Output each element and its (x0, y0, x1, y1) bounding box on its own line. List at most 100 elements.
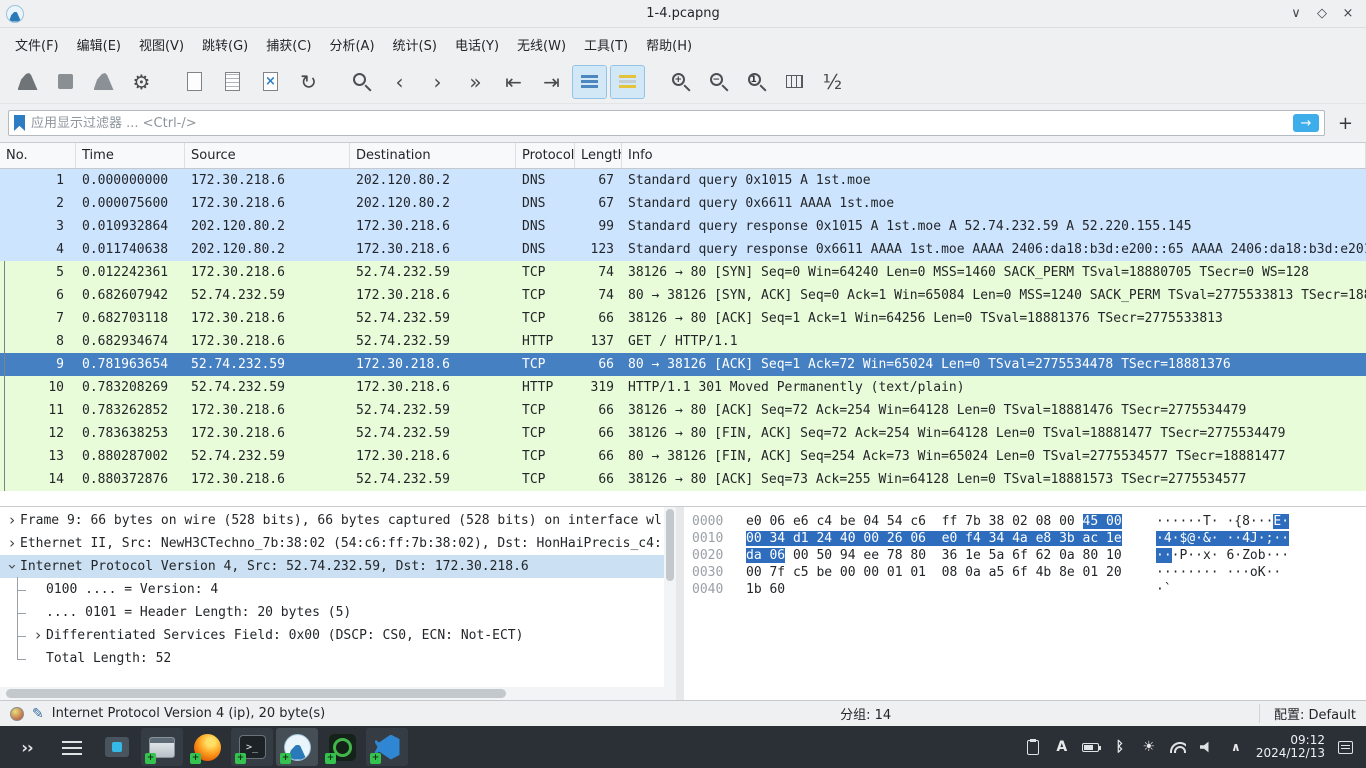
reload-file-button[interactable]: ↻ (291, 65, 326, 99)
detail-row[interactable]: .... 0101 = Header Length: 20 bytes (5) (0, 601, 676, 624)
taskbar-clock[interactable]: 09:12 2024/12/13 (1256, 734, 1325, 760)
brightness-icon[interactable]: ☀ (1140, 735, 1158, 759)
column-header-destination[interactable]: Destination (350, 143, 516, 168)
bookmark-icon[interactable] (14, 115, 25, 131)
colorize-button[interactable] (610, 65, 645, 99)
last-packet-button[interactable]: ⇥ (534, 65, 569, 99)
maximize-button[interactable]: ◇ (1312, 4, 1332, 24)
wireshark-app-button[interactable]: + (276, 728, 318, 766)
menu-item-3[interactable]: 跳转(G) (193, 30, 257, 59)
column-header-info[interactable]: Info (622, 143, 1366, 168)
bluetooth-icon[interactable]: ᛒ (1111, 735, 1129, 759)
packet-row-4[interactable]: 40.011740638202.120.80.2172.30.218.6DNS1… (0, 238, 1366, 261)
go-to-packet-button[interactable]: » (458, 65, 493, 99)
zoom-out-button[interactable]: − (701, 65, 736, 99)
hex-row[interactable]: 0020da 06 00 50 94 ee 78 80 36 1e 5a 6f … (692, 547, 1366, 564)
packet-row-7[interactable]: 70.682703118172.30.218.652.74.232.59TCP6… (0, 307, 1366, 330)
tray-expand-icon[interactable]: ∧ (1227, 735, 1245, 759)
notifications-icon[interactable] (1336, 735, 1354, 759)
file-manager-app-button[interactable]: + (141, 728, 183, 766)
detail-row[interactable]: ›Ethernet II, Src: NewH3CTechno_7b:38:02… (0, 532, 676, 555)
detail-row[interactable]: ›Differentiated Services Field: 0x00 (DS… (0, 624, 676, 647)
detail-row[interactable]: ›Frame 9: 66 bytes on wire (528 bits), 6… (0, 509, 676, 532)
number-columns-button[interactable]: ½ (815, 65, 850, 99)
save-file-button[interactable] (215, 65, 250, 99)
column-header-time[interactable]: Time (76, 143, 185, 168)
status-profile[interactable]: 配置: Default (1259, 704, 1356, 723)
detail-row[interactable]: Total Length: 52 (0, 647, 676, 670)
menu-item-10[interactable]: 帮助(H) (637, 30, 701, 59)
menu-item-2[interactable]: 视图(V) (130, 30, 193, 59)
stop-capture-button[interactable] (48, 65, 83, 99)
task-switcher-button[interactable] (51, 728, 93, 766)
expert-info-icon[interactable] (10, 707, 24, 721)
battery-icon[interactable] (1082, 735, 1100, 759)
column-header-no[interactable]: No. (0, 143, 76, 168)
packet-row-8[interactable]: 80.682934674172.30.218.652.74.232.59HTTP… (0, 330, 1366, 353)
menu-item-6[interactable]: 统计(S) (384, 30, 446, 59)
close-button[interactable]: × (1338, 4, 1358, 24)
packet-row-9[interactable]: 90.78196365452.74.232.59172.30.218.6TCP6… (0, 353, 1366, 376)
packet-row-10[interactable]: 100.78320826952.74.232.59172.30.218.6HTT… (0, 376, 1366, 399)
app-launcher-button[interactable]: ›› (6, 728, 48, 766)
wifi-icon[interactable] (1169, 735, 1187, 759)
menu-item-8[interactable]: 无线(W) (508, 30, 575, 59)
auto-scroll-button[interactable] (572, 65, 607, 99)
zoom-in-button[interactable]: + (663, 65, 698, 99)
green-logo-app-button[interactable]: + (321, 728, 363, 766)
volume-icon[interactable] (1198, 735, 1216, 759)
menu-item-9[interactable]: 工具(T) (575, 30, 637, 59)
hex-row[interactable]: 001000 34 d1 24 40 00 26 06 e0 f4 34 4a … (692, 530, 1366, 547)
start-capture-button[interactable] (10, 65, 45, 99)
detail-row[interactable]: ›Internet Protocol Version 4, Src: 52.74… (0, 555, 676, 578)
go-back-button[interactable]: ‹ (382, 65, 417, 99)
go-forward-button[interactable]: › (420, 65, 455, 99)
packet-row-14[interactable]: 140.880372876172.30.218.652.74.232.59TCP… (0, 468, 1366, 491)
packet-row-12[interactable]: 120.783638253172.30.218.652.74.232.59TCP… (0, 422, 1366, 445)
menu-item-0[interactable]: 文件(F) (6, 30, 68, 59)
software-app-button[interactable] (96, 728, 138, 766)
apply-filter-button[interactable]: → (1293, 114, 1319, 132)
close-file-button[interactable]: × (253, 65, 288, 99)
restart-capture-button[interactable] (86, 65, 121, 99)
add-filter-button[interactable]: + (1333, 113, 1358, 134)
terminal-app-button[interactable]: >_+ (231, 728, 273, 766)
column-header-source[interactable]: Source (185, 143, 350, 168)
menu-item-5[interactable]: 分析(A) (320, 30, 383, 59)
resize-columns-button[interactable] (777, 65, 812, 99)
packet-row-3[interactable]: 30.010932864202.120.80.2172.30.218.6DNS9… (0, 215, 1366, 238)
firefox-app-button[interactable]: + (186, 728, 228, 766)
capture-options-button[interactable]: ⚙ (124, 65, 159, 99)
detail-row[interactable]: 0100 .... = Version: 4 (0, 578, 676, 601)
packet-row-13[interactable]: 130.88028700252.74.232.59172.30.218.6TCP… (0, 445, 1366, 468)
open-file-button[interactable] (177, 65, 212, 99)
hex-row[interactable]: 003000 7f c5 be 00 00 01 01 08 0a a5 6f … (692, 564, 1366, 581)
expander-icon[interactable]: › (30, 624, 46, 647)
capture-comment-icon[interactable]: ✎ (32, 706, 44, 722)
column-header-length[interactable]: Length (575, 143, 622, 168)
clipboard-icon[interactable] (1024, 735, 1042, 759)
expander-icon[interactable]: › (4, 532, 20, 555)
hex-row[interactable]: 00401b 60·` (692, 581, 1366, 598)
vscode-app-button[interactable]: + (366, 728, 408, 766)
expander-icon[interactable]: › (4, 509, 20, 532)
packet-row-6[interactable]: 60.68260794252.74.232.59172.30.218.6TCP7… (0, 284, 1366, 307)
zoom-original-button[interactable]: 1 (739, 65, 774, 99)
detail-vertical-scrollbar[interactable] (664, 507, 676, 687)
packet-row-5[interactable]: 50.012242361172.30.218.652.74.232.59TCP7… (0, 261, 1366, 284)
packet-row-1[interactable]: 10.000000000172.30.218.6202.120.80.2DNS6… (0, 169, 1366, 192)
menu-item-1[interactable]: 编辑(E) (68, 30, 130, 59)
column-header-protocol[interactable]: Protocol (516, 143, 575, 168)
input-method-icon[interactable]: A (1053, 735, 1071, 759)
menu-item-7[interactable]: 电话(Y) (446, 30, 508, 59)
minimize-button[interactable]: ∨ (1286, 4, 1306, 24)
packet-row-2[interactable]: 20.000075600172.30.218.6202.120.80.2DNS6… (0, 192, 1366, 215)
detail-horizontal-scrollbar[interactable] (0, 687, 676, 700)
first-packet-button[interactable]: ⇤ (496, 65, 531, 99)
display-filter-input[interactable] (31, 116, 1287, 131)
find-packet-button[interactable] (344, 65, 379, 99)
packet-row-11[interactable]: 110.783262852172.30.218.652.74.232.59TCP… (0, 399, 1366, 422)
menu-item-4[interactable]: 捕获(C) (257, 30, 320, 59)
expander-icon[interactable]: › (1, 559, 24, 575)
hex-row[interactable]: 0000e0 06 e6 c4 be 04 54 c6 ff 7b 38 02 … (692, 513, 1366, 530)
